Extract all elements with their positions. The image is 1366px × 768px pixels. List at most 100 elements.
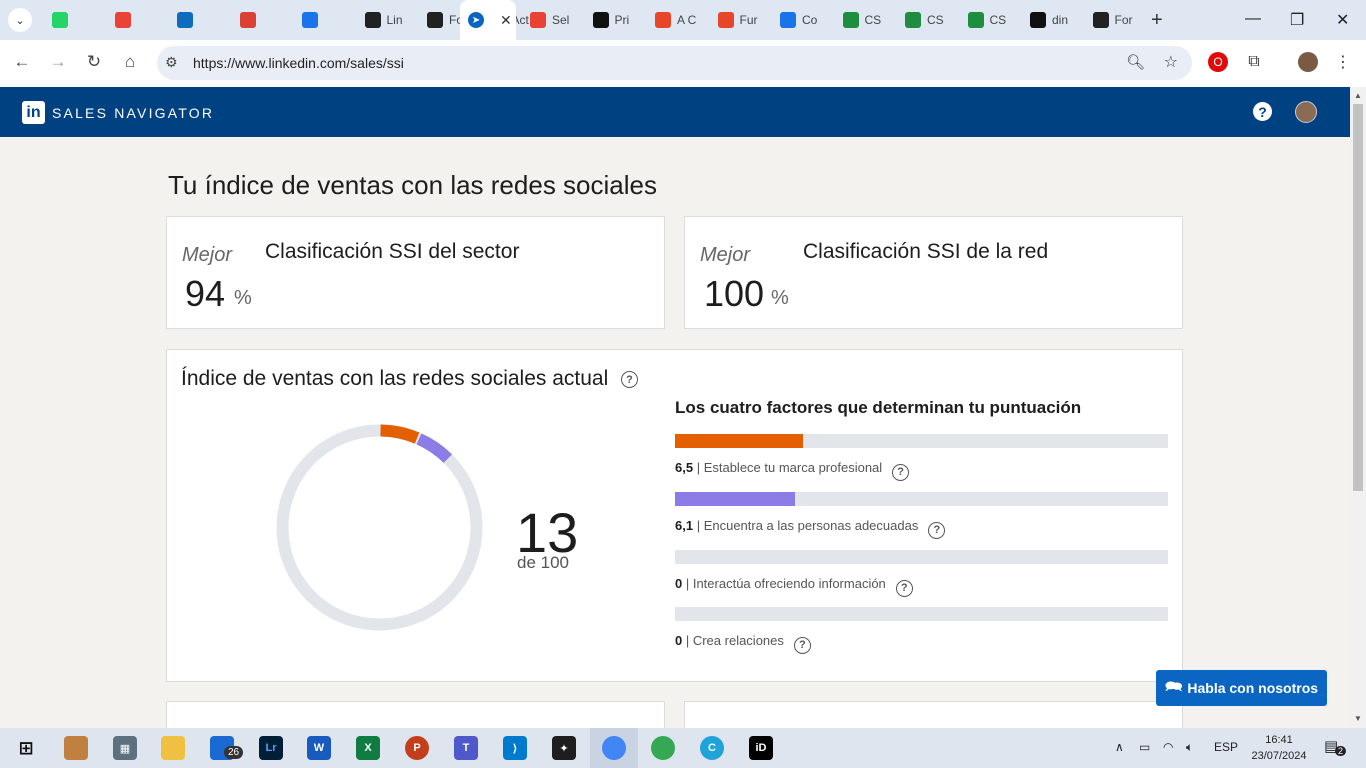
volume-icon[interactable]: 🔈︎	[1186, 740, 1193, 755]
browser-tab[interactable]: CS	[842, 9, 895, 31]
scrollbar-thumb[interactable]	[1353, 104, 1363, 491]
profile-avatar[interactable]	[1298, 52, 1318, 72]
scroll-up-arrow-icon[interactable]: ▲	[1354, 91, 1362, 100]
extensions-puzzle-icon[interactable]: ⧉	[1244, 52, 1264, 72]
menu-kebab-icon[interactable]: ⋮	[1333, 52, 1353, 72]
factor-help-icon[interactable]: ?	[793, 636, 811, 654]
back-button[interactable]: ←	[11, 52, 33, 72]
factor-separator: |	[682, 576, 693, 591]
language-indicator[interactable]: ESP	[1214, 740, 1238, 754]
factor-help-icon[interactable]: ?	[892, 463, 910, 481]
page-scrollbar[interactable]: ▲ ▼	[1350, 87, 1366, 728]
windows-start-icon[interactable]: ⊞	[14, 736, 38, 760]
gmail-icon	[114, 12, 131, 28]
browser-tab[interactable]: A C	[655, 9, 707, 31]
help-icon[interactable]: ?	[1253, 102, 1272, 121]
factor-bar-track	[675, 607, 1168, 621]
site-info-icon[interactable]: ⚙	[165, 54, 178, 71]
calculator-icon[interactable]: ▦	[113, 736, 137, 760]
asterisk-icon	[717, 12, 734, 28]
browser-tab[interactable]: For	[1092, 9, 1145, 31]
factor-bar-fill	[675, 492, 796, 506]
notifications-badge: 2	[1335, 746, 1347, 756]
reload-button[interactable]: ↻	[83, 52, 105, 72]
battery-icon[interactable]: ▭	[1139, 740, 1150, 754]
network-rank-title: Clasificación SSI de la red	[803, 240, 1049, 263]
vscode-icon[interactable]: ⟩	[503, 736, 527, 760]
lightroom-icon[interactable]: Lr	[259, 736, 283, 760]
factor-separator: |	[693, 518, 704, 533]
sales-navigator-header: in SALES NAVIGATOR ?	[0, 87, 1350, 137]
home-button[interactable]: ⌂	[119, 52, 141, 72]
factor-help-icon[interactable]: ?	[895, 579, 913, 597]
figma-icon[interactable]: ✦	[552, 736, 576, 760]
browser-tab[interactable]: Pri	[592, 9, 645, 31]
new-tab-button[interactable]: +	[1151, 9, 1163, 31]
ssi-help-icon[interactable]: ?	[621, 371, 638, 388]
todoist-icon	[239, 12, 256, 28]
minimize-button[interactable]: —	[1245, 10, 1261, 28]
browser-tab[interactable]: CS	[967, 9, 1020, 31]
url-text[interactable]: https://www.linkedin.com/sales/ssi	[193, 55, 404, 71]
canva-icon[interactable]: C	[700, 736, 724, 760]
word-icon[interactable]: W	[307, 736, 331, 760]
factor-label: Establece tu marca profesional	[703, 460, 883, 475]
browser-tab[interactable]: Co	[780, 9, 832, 31]
donut-segment	[380, 424, 420, 444]
app-icon[interactable]	[64, 736, 88, 760]
opera-extension-icon[interactable]: O	[1208, 52, 1228, 72]
browser-tab[interactable]: Fur	[717, 9, 770, 31]
tab-search-button[interactable]: ⌄	[8, 8, 32, 32]
excel-icon[interactable]: X	[356, 736, 380, 760]
wifi-icon[interactable]: ◠	[1163, 740, 1173, 754]
linkedin-logo-icon[interactable]: in	[22, 101, 45, 124]
a-icon	[1092, 12, 1109, 28]
address-bar[interactable]: ⚙ https://www.linkedin.com/sales/ssi 🔍︎ …	[157, 46, 1192, 80]
indesign-icon[interactable]: iD	[749, 736, 773, 760]
factor-help-icon[interactable]: ?	[928, 521, 946, 539]
clock[interactable]: 16:41 23/07/2024	[1246, 732, 1312, 764]
tab-active[interactable]: ➤ ✕	[460, 0, 516, 40]
chat-icon: 🗪	[1164, 678, 1183, 694]
tab-label: A C	[677, 13, 697, 27]
browser-tab[interactable]	[52, 9, 104, 31]
browser-tab[interactable]	[114, 9, 167, 31]
factor-value: 6,5	[675, 460, 694, 475]
scroll-down-arrow-icon[interactable]: ▼	[1354, 714, 1362, 723]
powerpoint-icon[interactable]: P	[405, 736, 429, 760]
chat-with-us-button[interactable]: 🗪 Habla con nosotros	[1156, 670, 1327, 706]
browser-tab[interactable]: Lin	[364, 9, 417, 31]
chrome-profile-icon[interactable]	[602, 736, 626, 760]
factor-bar-track	[675, 434, 1168, 448]
tab-close-icon[interactable]: ✕	[500, 12, 512, 29]
tab-label: Pri	[614, 13, 630, 27]
network-rank-card: Mejor 100 % Clasificación SSI de la red	[684, 216, 1183, 329]
w-icon	[842, 12, 859, 28]
browser-tab[interactable]	[177, 9, 229, 31]
outlook-icon	[177, 12, 193, 28]
browser-tab[interactable]: din	[1030, 9, 1082, 31]
industry-rank-card: Mejor 94 % Clasificación SSI del sector	[166, 216, 665, 329]
zoom-icon[interactable]: 🔍︎	[1126, 53, 1145, 71]
browser-tab[interactable]	[302, 9, 354, 31]
browser-tab[interactable]: Sel	[530, 9, 582, 31]
a-icon	[364, 12, 381, 28]
teams-icon[interactable]: T	[454, 736, 478, 760]
bookmark-star-icon[interactable]: ☆	[1164, 52, 1178, 72]
browser-toolbar: ← → ↻ ⌂ ⚙ https://www.linkedin.com/sales…	[0, 40, 1366, 87]
whatsapp-icon	[52, 12, 68, 28]
forward-button[interactable]: →	[47, 52, 69, 72]
tray-chevron-icon[interactable]: ∧	[1115, 740, 1124, 754]
chrome-icon[interactable]	[651, 736, 675, 760]
avatar[interactable]	[1295, 101, 1317, 123]
industry-rank-unit: %	[234, 287, 252, 309]
file-explorer-icon[interactable]	[161, 736, 185, 760]
close-window-button[interactable]: ✕	[1336, 10, 1349, 30]
restore-button[interactable]: ❐	[1290, 10, 1304, 30]
clock-time: 16:41	[1265, 734, 1293, 746]
c-icon	[302, 12, 318, 28]
browser-tab[interactable]: CS	[905, 9, 957, 31]
browser-tab[interactable]	[239, 9, 292, 31]
app-title[interactable]: SALES NAVIGATOR	[52, 105, 214, 121]
factor-label: Encuentra a las personas adecuadas	[703, 518, 919, 533]
